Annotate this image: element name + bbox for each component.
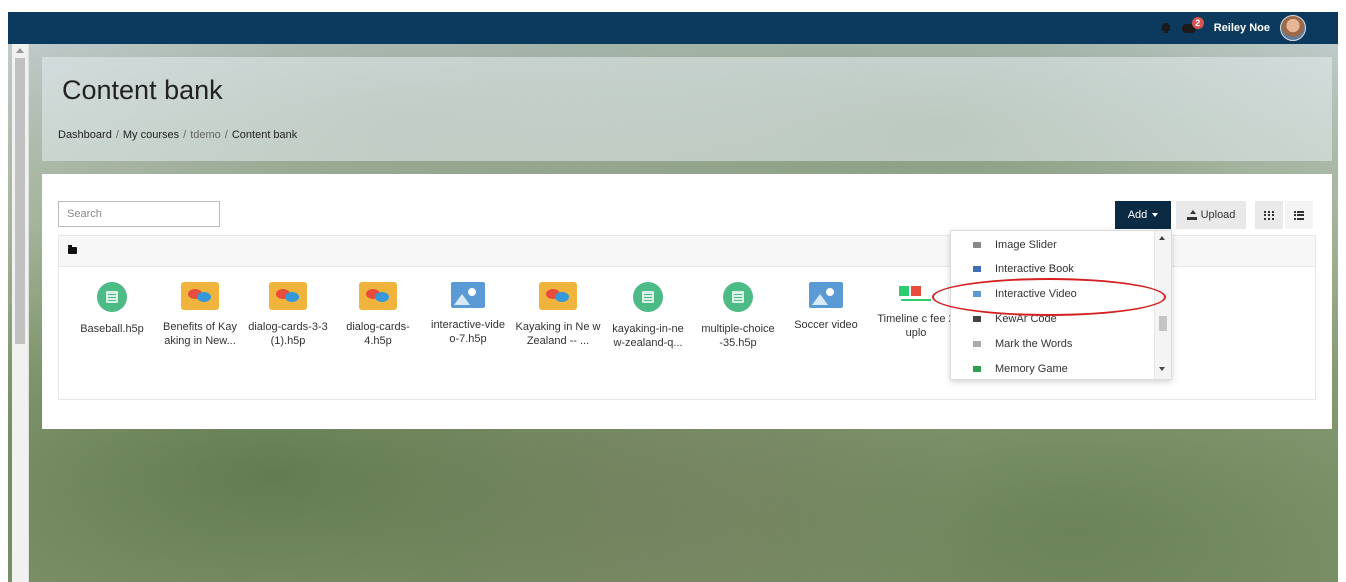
folder-icon[interactable]	[68, 245, 77, 254]
menu-item-label: Mark the Words	[995, 338, 1073, 350]
breadcrumb-content-bank[interactable]: Content bank	[232, 129, 297, 141]
dialog-cards-icon	[359, 282, 397, 310]
page-title: Content bank	[62, 75, 223, 105]
breadcrumb-separator: /	[115, 129, 119, 141]
message-count-badge: 2	[1191, 17, 1204, 29]
file-item-benefits-of-kayaking[interactable]: Benefits of Kay aking in New...	[157, 282, 243, 348]
menu-item-label: Interactive Book	[995, 263, 1074, 275]
file-item-dialog-cards-4[interactable]: dialog-cards-4.h5p	[335, 282, 421, 348]
menu-item-label: Image Slider	[995, 239, 1057, 251]
grid-icon	[1264, 210, 1274, 220]
search-input[interactable]	[58, 201, 220, 227]
file-name: dialog-cards-4.h5p	[346, 321, 410, 347]
menu-item-memory-game[interactable]: Memory Game	[951, 357, 1154, 379]
file-name: Benefits of Kay aking in New...	[163, 321, 237, 347]
scroll-down-arrow-icon[interactable]	[1159, 367, 1165, 371]
scroll-up-arrow-icon[interactable]	[16, 48, 24, 53]
menu-item-label: Interactive Video	[995, 288, 1077, 300]
avatar[interactable]	[1280, 15, 1306, 41]
dialog-cards-icon	[539, 282, 577, 310]
user-name[interactable]: Reiley Noe	[1214, 22, 1270, 34]
file-item-kayaking-in-nz[interactable]: Kayaking in Ne w Zealand -- ...	[515, 282, 601, 348]
messages-icon[interactable]: 2	[1181, 17, 1204, 34]
file-name: interactive-vide o-7.h5p	[431, 319, 505, 345]
menu-scroll-thumb[interactable]	[1159, 316, 1167, 331]
file-name: kayaking-in-ne w-zealand-q...	[612, 323, 684, 349]
bell-icon[interactable]	[1160, 22, 1172, 34]
breadcrumb-separator: /	[183, 129, 187, 141]
list-icon	[1294, 210, 1304, 220]
file-name: Timeline c fee 2 uplo	[877, 313, 955, 339]
menu-scrollbar[interactable]	[1154, 231, 1171, 379]
doc-icon	[97, 282, 127, 312]
menu-item-mark-the-words[interactable]: Mark the Words	[951, 332, 1154, 356]
interactive-video-icon	[451, 282, 485, 308]
file-item-interactive-video-7[interactable]: interactive-vide o-7.h5p	[425, 282, 511, 346]
file-item-multiple-choice-35[interactable]: multiple-choice -35.h5p	[695, 282, 781, 350]
dialog-cards-icon	[269, 282, 307, 310]
breadcrumb-my-courses[interactable]: My courses	[123, 129, 179, 141]
breadcrumb: Dashboard / My courses / tdemo / Content bank	[58, 129, 297, 141]
timeline-icon	[899, 282, 933, 302]
breadcrumb-course[interactable]: tdemo	[190, 129, 221, 141]
page-scrollbar[interactable]	[12, 44, 29, 582]
doc-icon	[633, 282, 663, 312]
add-content-type-menu[interactable]: Image Slider Interactive Book Interactiv…	[950, 230, 1172, 380]
doc-icon	[723, 282, 753, 312]
file-item-dialog-cards-3[interactable]: dialog-cards-3-3 (1).h5p	[245, 282, 331, 348]
chevron-down-icon	[1152, 213, 1159, 217]
upload-icon	[1186, 210, 1197, 220]
file-name: Baseball.h5p	[80, 323, 144, 335]
add-button[interactable]: Add	[1115, 201, 1171, 229]
breadcrumb-separator: /	[224, 129, 228, 141]
add-button-label: Add	[1127, 209, 1148, 221]
interactive-video-icon	[809, 282, 843, 308]
qr-code-icon	[973, 316, 981, 322]
memory-game-icon	[973, 366, 981, 372]
file-name: Soccer video	[794, 319, 858, 331]
file-name: dialog-cards-3-3 (1).h5p	[248, 321, 328, 347]
grid-view-button[interactable]	[1255, 201, 1283, 229]
dialog-cards-icon	[181, 282, 219, 310]
menu-item-label: KewAr Code	[995, 313, 1057, 325]
file-name: multiple-choice -35.h5p	[701, 323, 775, 349]
file-item-soccer-video[interactable]: Soccer video	[783, 282, 869, 332]
menu-item-kewar-code[interactable]: KewAr Code	[951, 307, 1154, 331]
user-menu-area: 2 Reiley Noe	[1160, 12, 1306, 44]
upload-button[interactable]: Upload	[1176, 201, 1246, 229]
upload-button-label: Upload	[1200, 209, 1236, 221]
file-item-kayaking-nz-quiz[interactable]: kayaking-in-ne w-zealand-q...	[605, 282, 691, 350]
menu-item-interactive-book[interactable]: Interactive Book	[951, 257, 1154, 281]
interactive-video-icon	[973, 291, 981, 297]
scroll-up-arrow-icon[interactable]	[1159, 236, 1165, 240]
file-item-baseball[interactable]: Baseball.h5p	[69, 282, 155, 336]
breadcrumb-dashboard[interactable]: Dashboard	[58, 129, 112, 141]
menu-item-interactive-video[interactable]: Interactive Video	[951, 282, 1154, 306]
scroll-thumb[interactable]	[15, 58, 25, 344]
list-view-button[interactable]	[1285, 201, 1313, 229]
top-navbar: 2 Reiley Noe	[8, 12, 1338, 44]
page-header: Content bank Dashboard / My courses / tdemo /…	[42, 57, 1332, 161]
file-item-timeline[interactable]: Timeline c fee 2 uplo	[873, 282, 959, 340]
menu-item-label: Memory Game	[995, 363, 1068, 375]
file-name: Kayaking in Ne w Zealand -- ...	[515, 321, 601, 347]
menu-item-image-slider[interactable]: Image Slider	[951, 233, 1154, 257]
mark-the-words-icon	[973, 341, 981, 347]
image-slider-icon	[973, 242, 981, 248]
interactive-book-icon	[973, 266, 981, 272]
